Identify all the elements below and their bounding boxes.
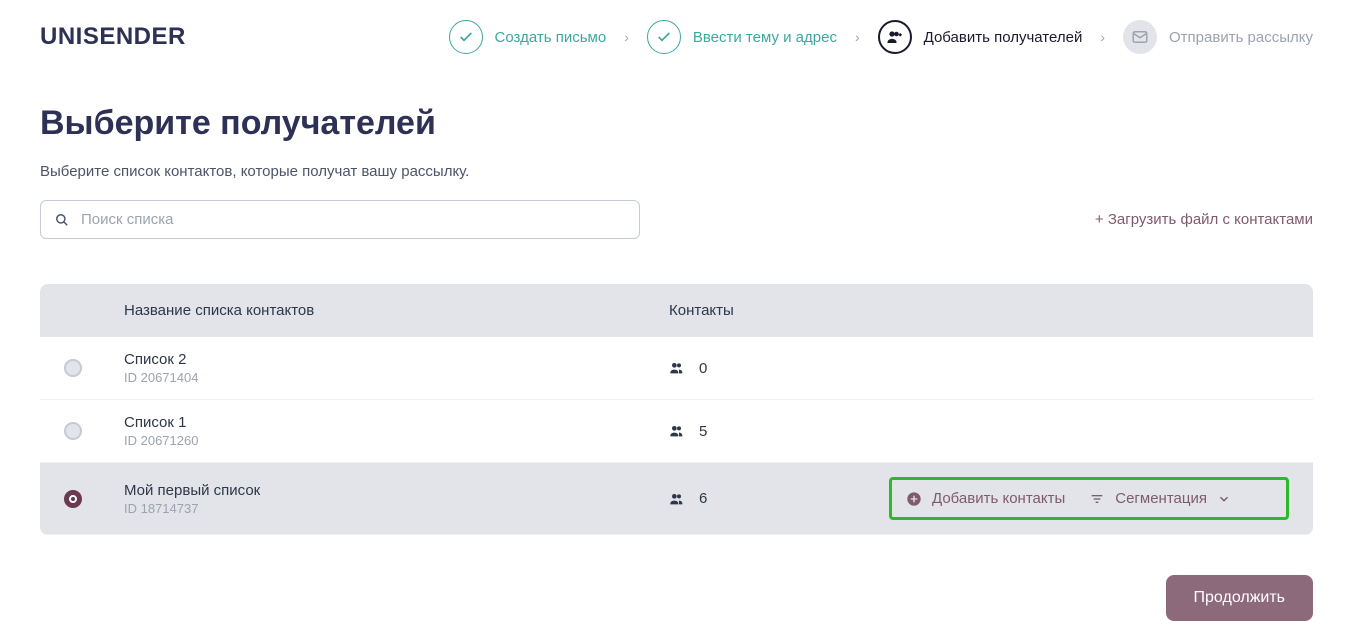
page-title: Выберите получателей	[40, 104, 1313, 143]
contacts-count: 6	[699, 490, 707, 507]
envelope-icon	[1123, 20, 1157, 54]
contacts-count: 0	[699, 360, 707, 377]
table-row[interactable]: Список 2 ID 20671404 0	[40, 337, 1313, 400]
contacts-table: Название списка контактов Контакты Списо…	[40, 284, 1313, 535]
logo[interactable]: UNISENDER	[40, 23, 186, 51]
step-label: Добавить получателей	[924, 29, 1083, 46]
users-icon	[669, 491, 685, 507]
list-id: ID 20671260	[124, 433, 669, 448]
list-name: Список 2	[124, 351, 669, 368]
table-row[interactable]: Список 1 ID 20671260 5	[40, 400, 1313, 463]
step-add-recipients[interactable]: Добавить получателей	[878, 20, 1083, 54]
segmentation-label: Сегментация	[1115, 490, 1207, 507]
step-send: Отправить рассылку	[1123, 20, 1313, 54]
radio-unchecked[interactable]	[64, 422, 82, 440]
step-label: Создать письмо	[495, 29, 607, 46]
filter-icon	[1089, 491, 1105, 507]
chevron-down-icon	[1217, 492, 1231, 506]
step-label: Ввести тему и адрес	[693, 29, 837, 46]
search-icon	[55, 213, 69, 227]
add-contacts-label: Добавить контакты	[932, 490, 1065, 507]
list-name: Список 1	[124, 414, 669, 431]
table-row-selected[interactable]: Мой первый список ID 18714737 6 Добавить…	[40, 463, 1313, 535]
list-name: Мой первый список	[124, 482, 669, 499]
list-id: ID 18714737	[124, 501, 669, 516]
chevron-right-icon: ›	[1100, 29, 1105, 45]
segmentation-link[interactable]: Сегментация	[1089, 490, 1231, 507]
users-add-icon	[878, 20, 912, 54]
row-actions-highlight: Добавить контакты Сегментация	[889, 477, 1289, 520]
chevron-right-icon: ›	[855, 29, 860, 45]
radio-unchecked[interactable]	[64, 359, 82, 377]
check-icon	[647, 20, 681, 54]
upload-contacts-link[interactable]: + Загрузить файл с контактами	[1095, 211, 1313, 228]
step-subject-address[interactable]: Ввести тему и адрес	[647, 20, 837, 54]
chevron-right-icon: ›	[624, 29, 629, 45]
page-subtitle: Выберите список контактов, которые получ…	[40, 163, 1313, 180]
progress-steps: Создать письмо › Ввести тему и адрес › Д…	[449, 20, 1313, 54]
radio-checked[interactable]	[64, 490, 82, 508]
col-header-contacts: Контакты	[669, 302, 889, 319]
contacts-count: 5	[699, 423, 707, 440]
continue-button[interactable]: Продолжить	[1166, 575, 1313, 621]
step-label: Отправить рассылку	[1169, 29, 1313, 46]
check-icon	[449, 20, 483, 54]
header: UNISENDER Создать письмо › Ввести тему и…	[40, 20, 1313, 54]
plus-circle-icon	[906, 491, 922, 507]
list-id: ID 20671404	[124, 370, 669, 385]
search-input[interactable]	[81, 211, 625, 228]
add-contacts-link[interactable]: Добавить контакты	[906, 490, 1065, 507]
users-icon	[669, 423, 685, 439]
search-input-wrapper[interactable]	[40, 200, 640, 239]
table-header: Название списка контактов Контакты	[40, 284, 1313, 337]
users-icon	[669, 360, 685, 376]
col-header-name: Название списка контактов	[124, 302, 669, 319]
step-create-letter[interactable]: Создать письмо	[449, 20, 607, 54]
